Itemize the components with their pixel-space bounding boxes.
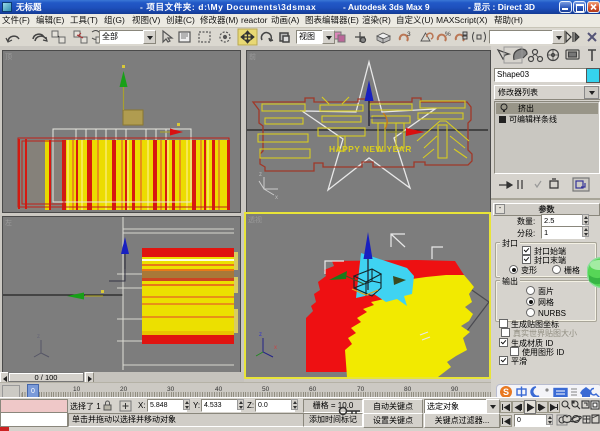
svg-text:S: S: [503, 387, 509, 397]
svg-text:HAPPY NEW YEAR: HAPPY NEW YEAR: [329, 144, 412, 154]
svg-text:z: z: [259, 172, 262, 178]
svg-text:z: z: [259, 332, 262, 338]
svg-text:z: z: [37, 334, 40, 340]
svg-text:%: %: [445, 31, 451, 38]
svg-text:3: 3: [407, 31, 411, 38]
svg-text:x: x: [274, 345, 277, 351]
svg-text:x: x: [275, 195, 278, 201]
